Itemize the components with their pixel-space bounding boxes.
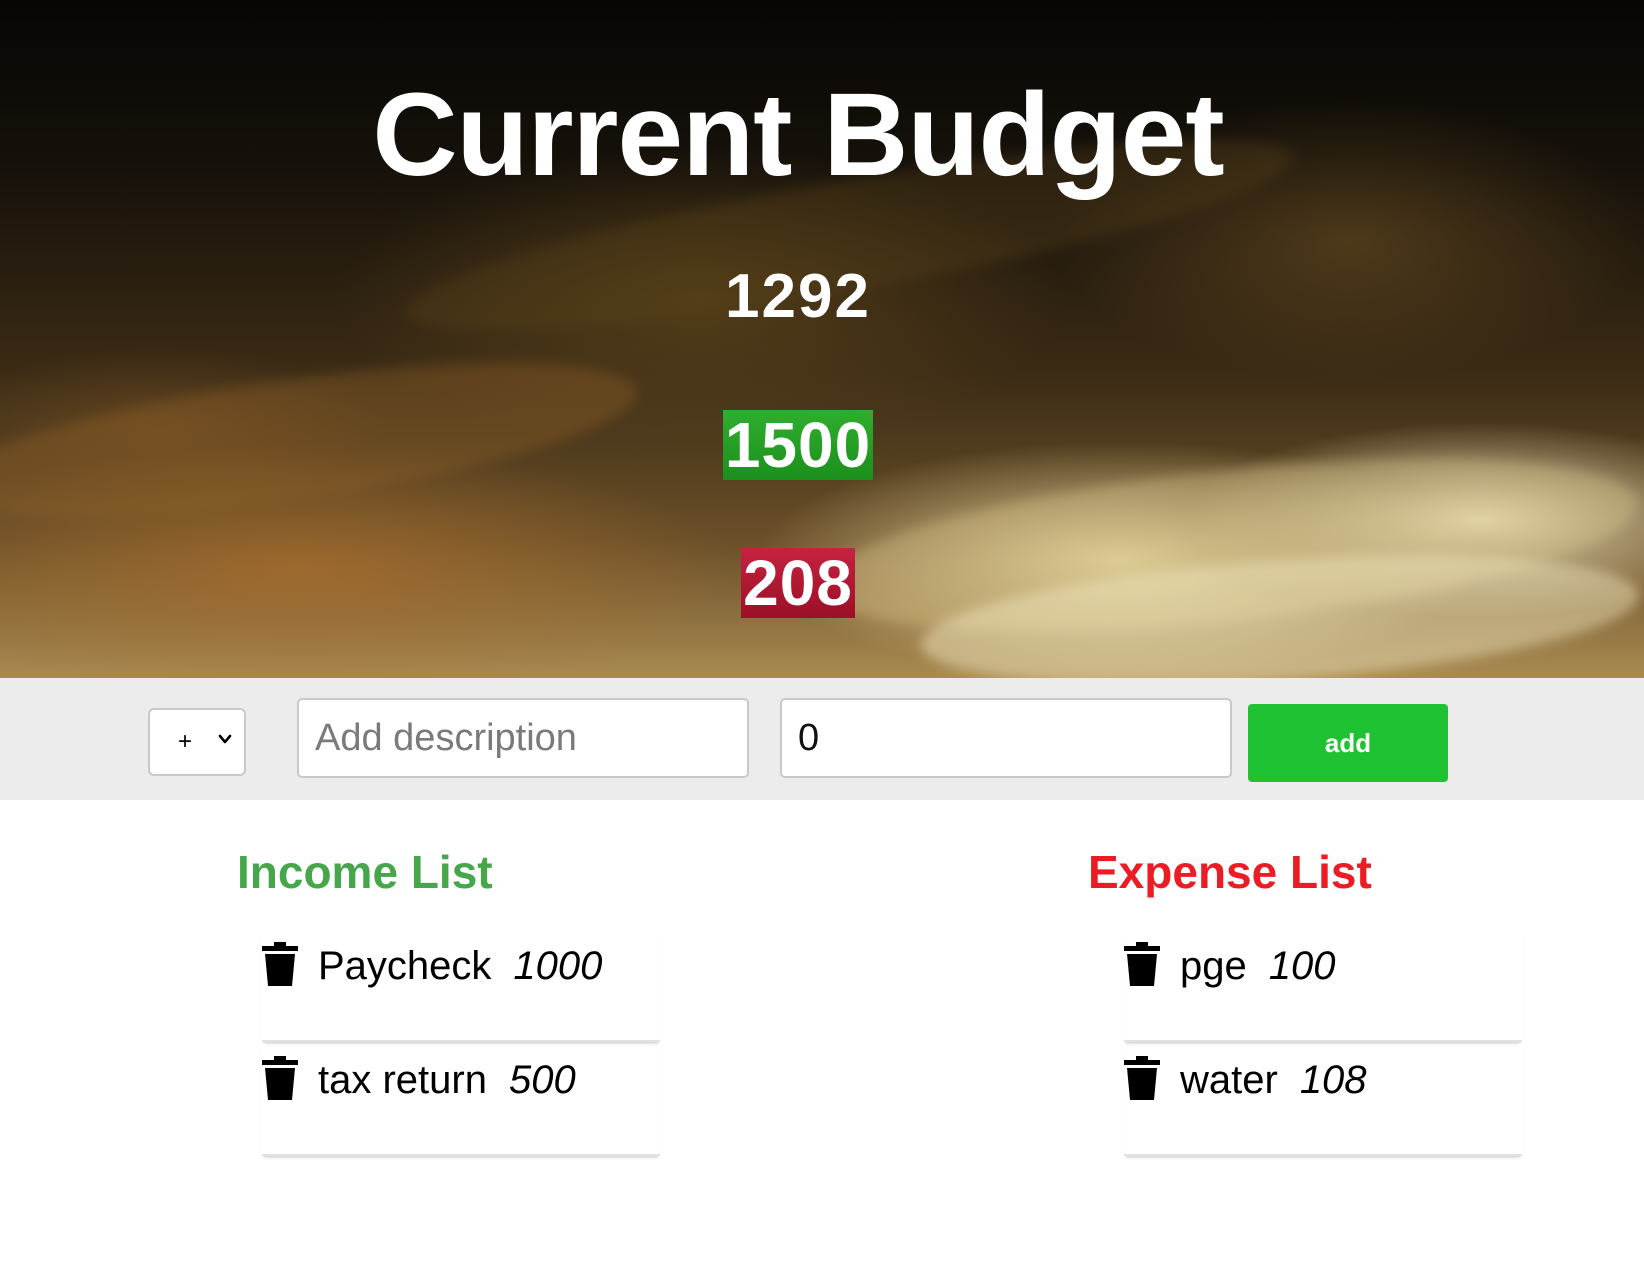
income-item-description: Paycheck [318, 944, 492, 988]
expense-item-amount: 100 [1268, 944, 1336, 988]
expense-item-amount: 108 [1299, 1058, 1367, 1102]
chevron-down-icon [218, 734, 232, 744]
expense-item-entry: water 108 [1180, 1058, 1367, 1102]
expense-total-row: 208 [0, 548, 1596, 618]
income-item-entry: tax return 500 [318, 1058, 576, 1102]
expense-item-entry: pge 100 [1180, 944, 1336, 988]
trash-icon[interactable] [262, 1056, 298, 1100]
income-list: Paycheck 1000 tax return 500 [262, 930, 660, 1158]
trash-icon[interactable] [1124, 942, 1160, 986]
income-item-amount: 500 [508, 1058, 576, 1102]
income-item: Paycheck 1000 [262, 930, 660, 1042]
income-total-row: 1500 [0, 410, 1596, 480]
income-list-title: Income List [237, 846, 493, 898]
expense-item-description: pge [1180, 944, 1247, 988]
income-item: tax return 500 [262, 1044, 660, 1156]
expense-item: water 108 [1124, 1044, 1522, 1156]
type-select[interactable]: + [148, 708, 246, 776]
type-select-value: + [178, 728, 193, 755]
add-entry-bar: + add [0, 678, 1644, 800]
page-title: Current Budget [372, 69, 1224, 201]
income-item-entry: Paycheck 1000 [318, 944, 602, 988]
income-item-amount: 1000 [513, 944, 603, 988]
hero-banner: Current Budget 1292 1500 208 [0, 0, 1644, 678]
expense-list: pge 100 water 108 [1124, 930, 1522, 1158]
amount-input[interactable] [780, 698, 1232, 778]
trash-icon[interactable] [262, 942, 298, 986]
expense-item-description: water [1180, 1058, 1278, 1102]
expense-item: pge 100 [1124, 930, 1522, 1042]
income-total-badge: 1500 [722, 409, 874, 481]
expense-list-title: Expense List [1088, 846, 1372, 898]
income-item-description: tax return [318, 1058, 487, 1102]
description-input[interactable] [297, 698, 749, 778]
trash-icon[interactable] [1124, 1056, 1160, 1100]
expense-total-badge: 208 [741, 547, 855, 619]
add-button[interactable]: add [1248, 704, 1448, 782]
budget-total: 1292 [725, 262, 871, 331]
